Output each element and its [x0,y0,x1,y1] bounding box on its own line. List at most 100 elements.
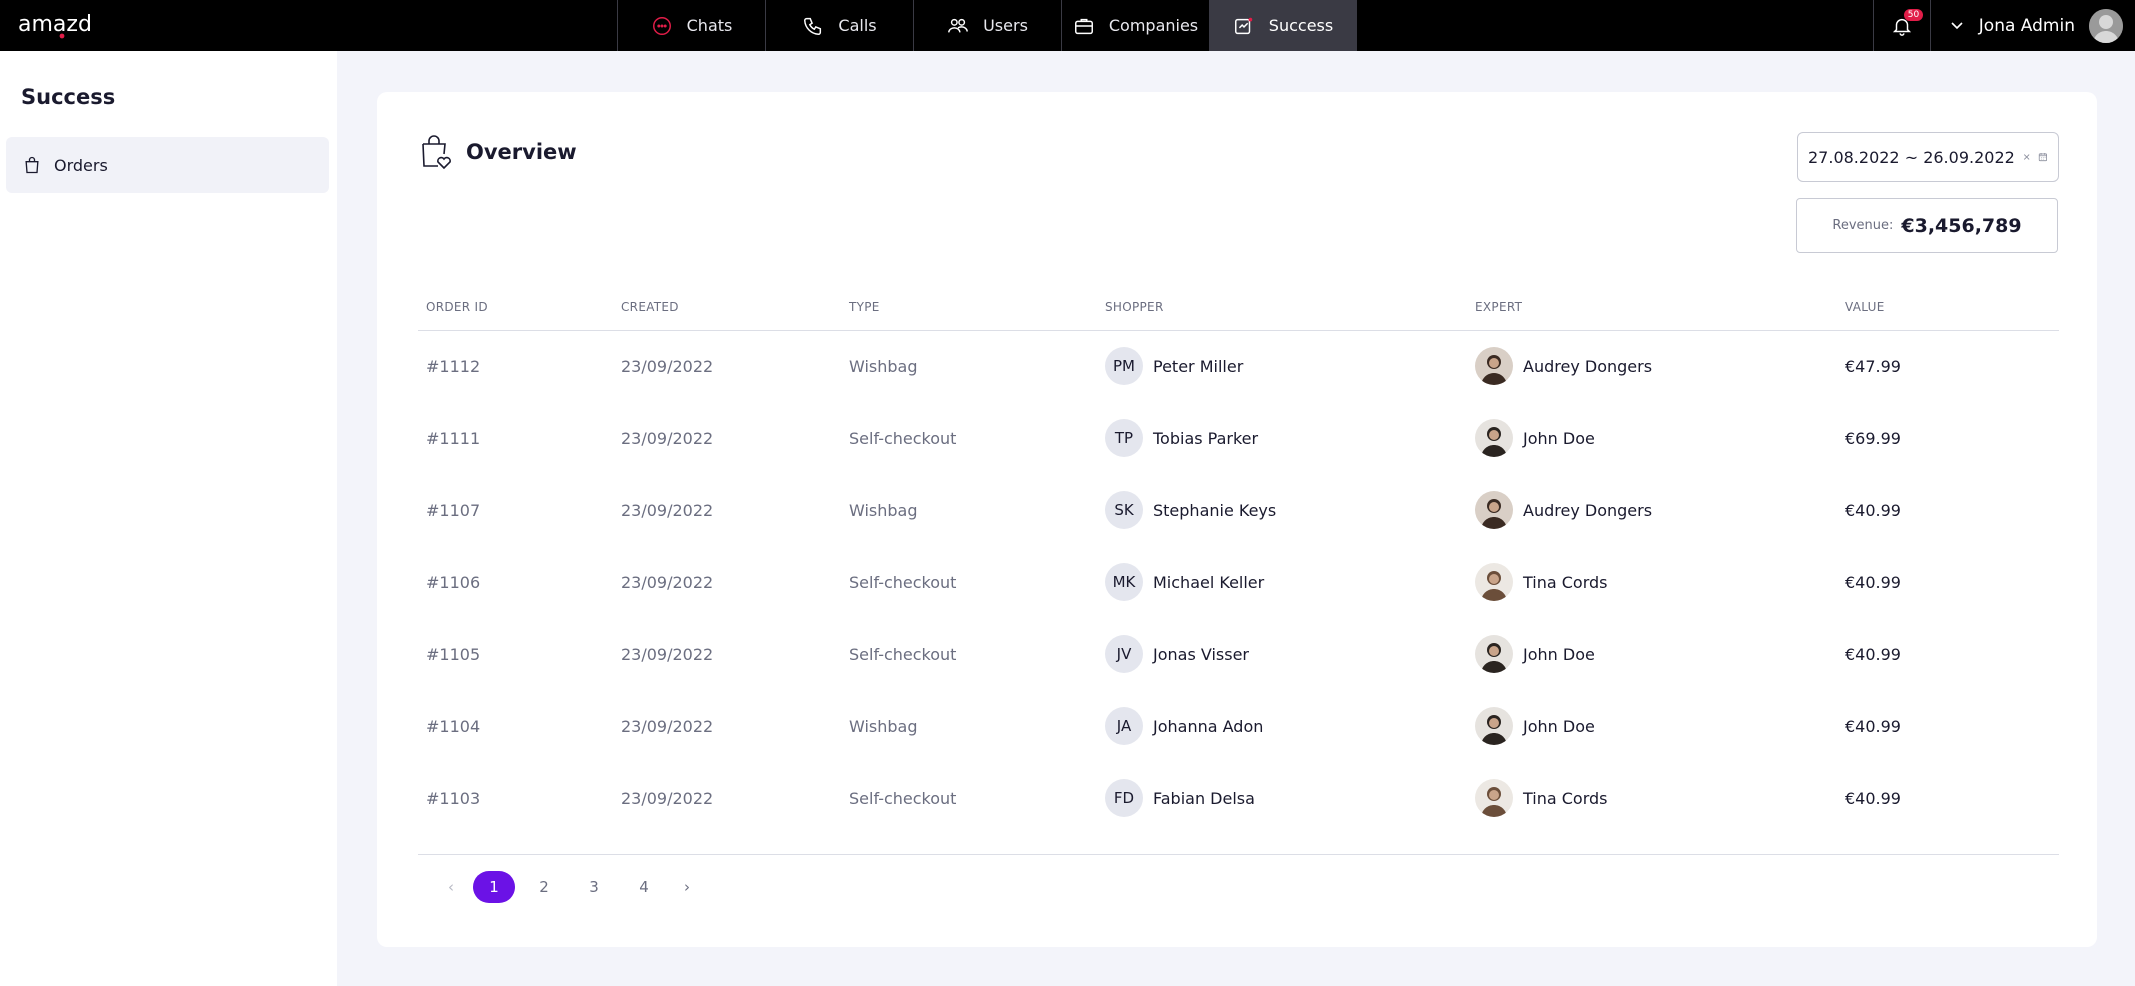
shopper-cell: JA Johanna Adon [1097,690,1467,762]
created-date: 23/09/2022 [621,644,714,664]
order-value: €40.99 [1845,572,1901,592]
prev-page-button[interactable]: ‹ [433,871,469,903]
notifications-button[interactable]: 50 [1872,0,1931,51]
nav-tab-calls[interactable]: Calls [765,0,913,51]
success-icon [1234,17,1253,34]
expert-cell: Tina Cords [1467,546,1837,618]
expert[interactable]: John Doe [1475,707,1837,745]
shopper-cell: JV Jonas Visser [1097,618,1467,690]
sidebar-title: Success [21,85,116,109]
expert-avatar [1475,779,1513,817]
next-page-button[interactable]: › [669,871,705,903]
revenue-label: Revenue: [1832,218,1894,233]
column-header-value[interactable]: VALUE [1837,284,2059,331]
nav-tab-users[interactable]: Users [913,0,1061,51]
created-date: 23/09/2022 [621,500,714,520]
expert[interactable]: Audrey Dongers [1475,491,1837,529]
shopper[interactable]: JA Johanna Adon [1105,707,1467,745]
column-header-created[interactable]: CREATED [613,284,841,331]
calendar-icon[interactable] [2038,149,2048,165]
shopper[interactable]: SK Stephanie Keys [1105,491,1467,529]
nav-tab-success[interactable]: Success [1209,0,1357,51]
briefcase-icon [1074,18,1093,34]
shopper-initials-avatar: JA [1105,707,1143,745]
column-header-shopper[interactable]: SHOPPER [1097,284,1467,331]
orders-table: ORDER ID CREATED TYPE SHOPPER EXPERT VAL… [418,284,2059,834]
users-icon [948,18,968,33]
table-row[interactable]: #1105 23/09/2022 Self-checkout JV Jonas … [418,618,2059,690]
expert[interactable]: Tina Cords [1475,779,1837,817]
clear-icon[interactable] [2023,151,2030,163]
order-id[interactable]: #1111 [418,402,613,474]
expert-cell: John Doe [1467,402,1837,474]
order-type: Wishbag [849,500,918,520]
order-value: €40.99 [1845,644,1901,664]
expert-cell: John Doe [1467,690,1837,762]
shopper[interactable]: MK Michael Keller [1105,563,1467,601]
date-range-picker[interactable]: 27.08.2022 ~ 26.09.2022 [1797,132,2059,182]
table-row[interactable]: #1106 23/09/2022 Self-checkout MK Michae… [418,546,2059,618]
sidebar-item-label: Orders [54,155,108,175]
order-id[interactable]: #1106 [418,546,613,618]
expert-avatar [1475,563,1513,601]
expert[interactable]: Tina Cords [1475,563,1837,601]
page-button-2[interactable]: 2 [519,871,569,903]
user-menu[interactable]: Jona Admin [1931,0,2135,51]
shopper-cell: MK Michael Keller [1097,546,1467,618]
page-button-1[interactable]: 1 [473,871,515,903]
order-id[interactable]: #1104 [418,690,613,762]
expert[interactable]: Audrey Dongers [1475,347,1837,386]
created-date: 23/09/2022 [621,428,714,448]
shopper[interactable]: PM Peter Miller [1105,347,1467,386]
pagination: ‹ 1 2 3 4 › [433,871,705,903]
shopper-initials-avatar: TP [1105,419,1143,457]
top-navigation-bar: amazd Chats Calls Users Companies Succes… [0,0,2135,51]
expert[interactable]: John Doe [1475,635,1837,673]
shopper[interactable]: TP Tobias Parker [1105,419,1467,457]
column-header-order-id[interactable]: ORDER ID [418,284,613,331]
nav-tab-label: Companies [1108,16,1199,35]
shopper[interactable]: JV Jonas Visser [1105,635,1467,673]
top-right-controls: 50 Jona Admin [1872,0,2135,51]
amazd-logo[interactable]: amazd [18,9,106,39]
created-date: 23/09/2022 [621,788,714,808]
expert-avatar [1475,707,1513,745]
expert-avatar [1475,347,1513,386]
page-button-3[interactable]: 3 [569,871,619,903]
nav-tab-chats[interactable]: Chats [617,0,765,51]
expert-name: Audrey Dongers [1523,500,1653,520]
shopper[interactable]: FD Fabian Delsa [1105,779,1467,817]
order-value: €40.99 [1845,716,1901,736]
orders-card: Overview 27.08.2022 ~ 26.09.2022 Revenue… [377,92,2097,947]
sidebar-item-orders[interactable]: Orders [6,137,329,193]
order-id[interactable]: #1103 [418,762,613,834]
bag-icon [25,156,39,174]
expert[interactable]: John Doe [1475,419,1837,457]
nav-tab-companies[interactable]: Companies [1061,0,1209,51]
order-id[interactable]: #1107 [418,474,613,546]
column-header-type[interactable]: TYPE [841,284,1097,331]
expert-cell: Tina Cords [1467,762,1837,834]
shopper-initials-avatar: JV [1105,635,1143,673]
order-id[interactable]: #1105 [418,618,613,690]
overview-header: Overview [420,134,577,170]
notification-count-badge: 50 [1903,9,1924,21]
table-row[interactable]: #1103 23/09/2022 Self-checkout FD Fabian… [418,762,2059,834]
expert-avatar [1475,419,1513,457]
shopper-initials-avatar: PM [1105,347,1143,386]
user-avatar [2089,8,2123,43]
expert-avatar [1475,635,1513,673]
expert-avatar [1475,491,1513,529]
table-row[interactable]: #1107 23/09/2022 Wishbag SK Stephanie Ke… [418,474,2059,546]
table-row[interactable]: #1112 23/09/2022 Wishbag PM Peter Miller… [418,330,2059,402]
order-type: Self-checkout [849,572,957,592]
phone-icon [804,17,822,35]
table-row[interactable]: #1104 23/09/2022 Wishbag JA Johanna Adon… [418,690,2059,762]
column-header-expert[interactable]: EXPERT [1467,284,1837,331]
table-row[interactable]: #1111 23/09/2022 Self-checkout TP Tobias… [418,402,2059,474]
order-id[interactable]: #1112 [418,330,613,402]
nav-tab-label: Success [1268,16,1334,35]
page-button-4[interactable]: 4 [619,871,669,903]
expert-name: John Doe [1523,716,1595,736]
shopper-name: Jonas Visser [1153,644,1250,664]
